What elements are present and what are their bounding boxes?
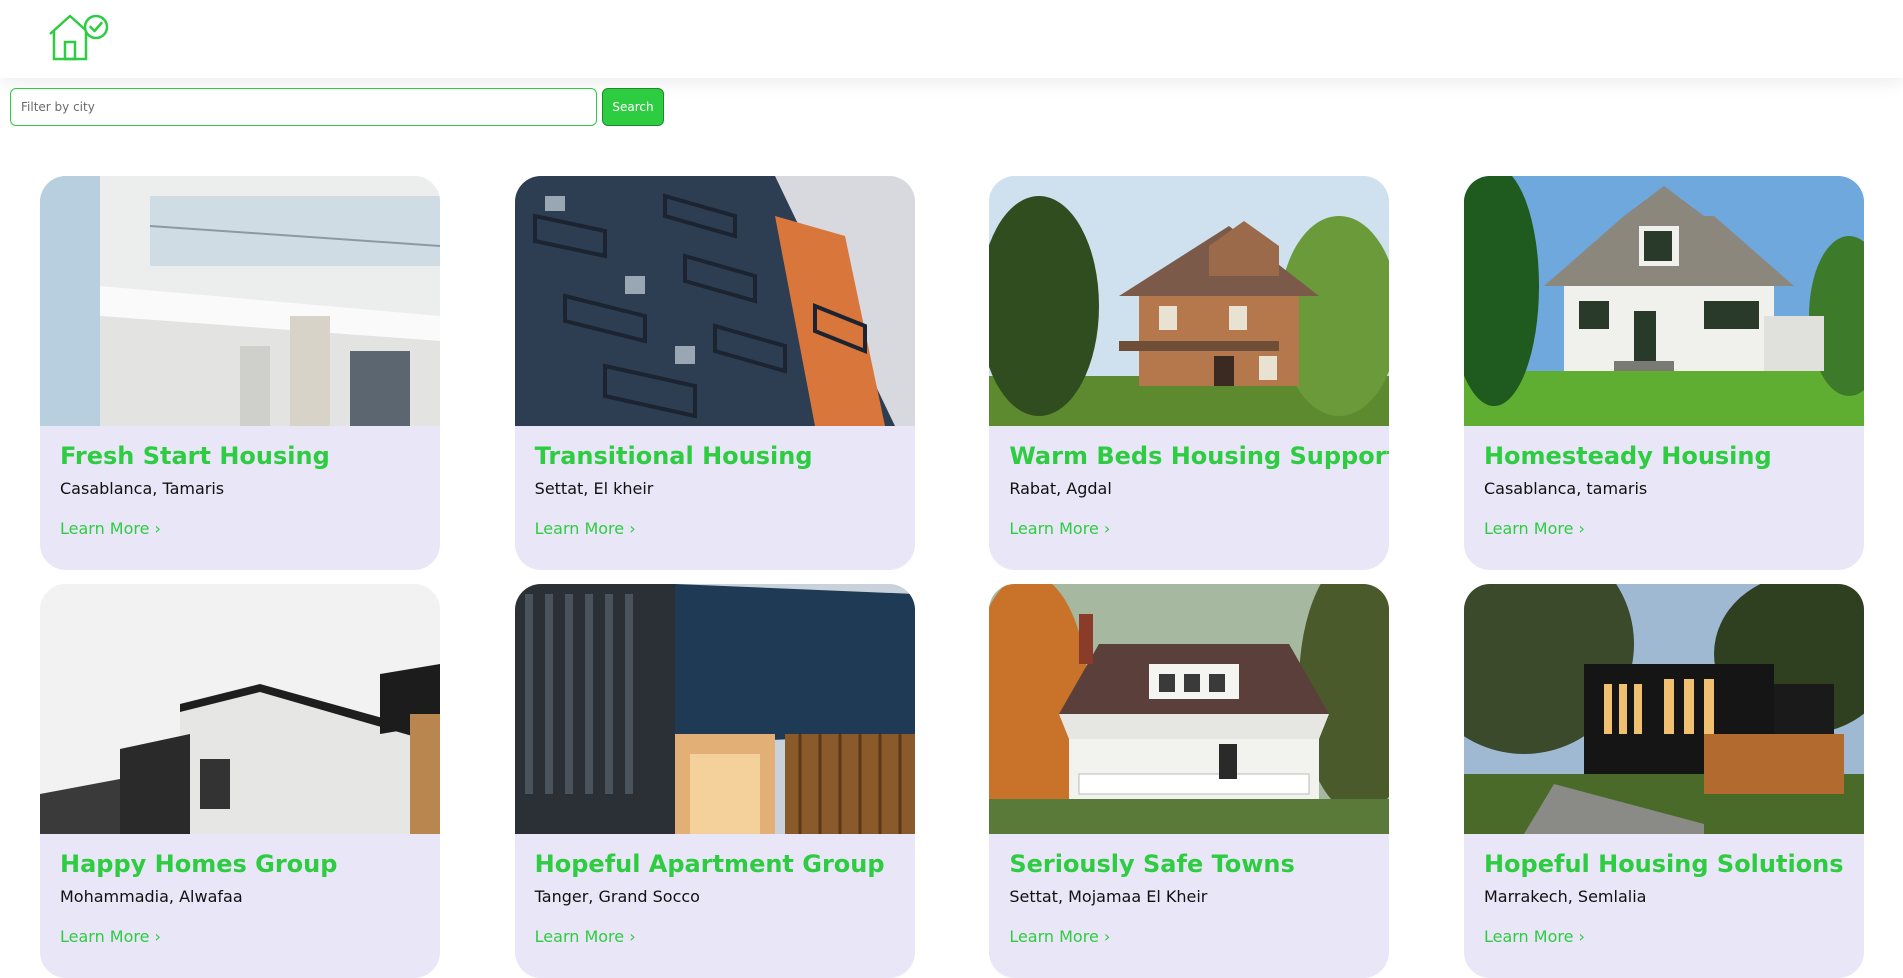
city-filter-bar: Search [10,88,664,126]
housing-card: Hopeful Apartment Group Tanger, Grand So… [514,584,915,978]
card-location: Tanger, Grand Socco [534,887,700,906]
white-black-modern-house-photo [40,584,440,834]
housing-card: Transitional Housing Settat, El kheir Le… [514,176,915,570]
white-cottage-house-photo [1463,176,1864,426]
learn-more-link[interactable]: Learn More › [1009,926,1110,948]
housing-card: Fresh Start Housing Casablanca, Tamaris … [40,176,440,570]
learn-more-link[interactable]: Learn More › [535,518,636,540]
housing-card: Hopeful Housing Solutions Marrakech, Sem… [1463,584,1864,978]
dark-blue-modern-apartment-photo [514,584,915,834]
learn-more-link[interactable]: Learn More › [1009,518,1110,540]
blue-orange-apartment-balconies-photo [514,176,915,426]
card-title: Warm Beds Housing Support [1009,442,1390,470]
card-title: Transitional Housing [534,442,813,470]
card-location: Casablanca, Tamaris [60,479,225,498]
learn-more-link[interactable]: Learn More › [60,926,161,948]
card-location: Settat, El kheir [534,479,654,498]
learn-more-link[interactable]: Learn More › [535,926,636,948]
housing-card: Warm Beds Housing Support Rabat, Agdal L… [989,176,1390,570]
card-title: Seriously Safe Towns [1009,850,1295,878]
black-modern-house-night-photo [1463,584,1864,834]
card-title: Hopeful Apartment Group [534,850,885,878]
card-location: Rabat, Agdal [1009,479,1112,498]
card-location: Marrakech, Semlalia [1483,887,1647,906]
housing-card: Happy Homes Group Mohammadia, Alwafaa Le… [40,584,440,978]
card-title: Happy Homes Group [60,850,338,878]
house-check-icon[interactable] [46,12,110,62]
housing-card: Seriously Safe Towns Settat, Mojamaa El … [989,584,1390,978]
card-title: Homesteady Housing [1483,442,1772,470]
search-button[interactable]: Search [602,88,664,126]
learn-more-link[interactable]: Learn More › [60,518,161,540]
card-location: Mohammadia, Alwafaa [60,887,243,906]
white-porch-house-autumn-photo [989,584,1390,834]
card-title: Hopeful Housing Solutions [1483,850,1844,878]
modern-white-balcony-building-photo [40,176,440,426]
card-location: Settat, Mojamaa El Kheir [1009,887,1208,906]
learn-more-link[interactable]: Learn More › [1484,518,1585,540]
housing-card: Homesteady Housing Casablanca, tamaris L… [1463,176,1864,570]
housing-card-grid: Fresh Start Housing Casablanca, Tamaris … [40,176,1864,978]
learn-more-link[interactable]: Learn More › [1484,926,1585,948]
victorian-brick-house-photo [989,176,1390,426]
card-title: Fresh Start Housing [60,442,330,470]
card-location: Casablanca, tamaris [1483,479,1648,498]
city-filter-input[interactable] [10,88,597,126]
top-header [0,0,1903,78]
